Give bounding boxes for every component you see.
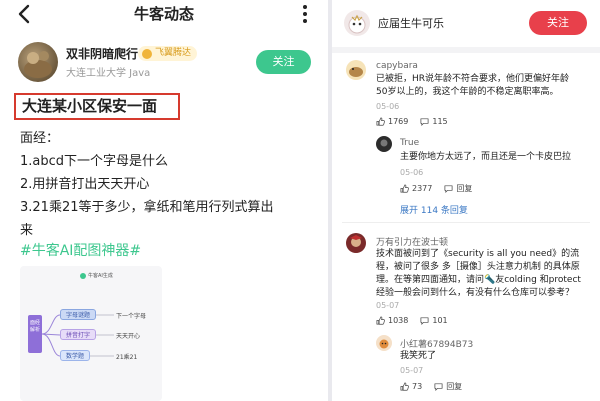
mindmap-node: 数学题 xyxy=(60,350,91,361)
post-body-line: 3.21乘21等于多少，拿纸和笔用行列式算出 xyxy=(20,200,274,215)
follow-poster-button[interactable]: 关注 xyxy=(529,11,587,35)
author-badge: 飞翼腾达 xyxy=(138,46,198,61)
mindmap-brand: 牛客AI生成 xyxy=(80,272,113,279)
post-title: 大连某小区保安一面 xyxy=(14,93,180,120)
post-image-mindmap[interactable]: 牛客AI生成 面经解析 字母谜题 拼音打字 数学题 下一个字母 天天开心 21乘… xyxy=(20,266,162,401)
comment-actions: 2377 回复 xyxy=(400,183,472,194)
commenter-avatar[interactable] xyxy=(376,335,392,351)
thumb-up-icon xyxy=(400,382,409,391)
reply-count: 115 xyxy=(432,117,448,126)
commenter-avatar[interactable] xyxy=(376,136,392,152)
post-body-line: 1.abcd下一个字母是什么 xyxy=(20,154,169,169)
post-body-line: 2.用拼音打出天天开心 xyxy=(20,177,150,192)
comment-username[interactable]: True xyxy=(400,138,419,148)
like-button[interactable]: 2377 xyxy=(400,184,432,193)
like-count: 1769 xyxy=(388,117,409,126)
divider xyxy=(342,222,590,223)
reply-label: 回复 xyxy=(446,382,463,391)
reply-count: 101 xyxy=(432,316,448,325)
reply-button[interactable]: 101 xyxy=(420,316,448,325)
follow-author-button[interactable]: 关注 xyxy=(256,50,311,74)
comment-date: 05-07 xyxy=(376,301,400,310)
poster-name[interactable]: 应届生牛可乐 xyxy=(378,15,444,31)
commenter-avatar[interactable] xyxy=(346,233,366,253)
comment-date: 05-06 xyxy=(400,168,424,177)
brand-logo-icon xyxy=(80,272,86,279)
comment-bubble-icon xyxy=(444,185,453,193)
comment-date: 05-06 xyxy=(376,102,400,111)
reply-button[interactable]: 回复 xyxy=(434,381,462,392)
mindmap-node: 字母谜题 xyxy=(60,309,97,320)
author-avatar[interactable] xyxy=(18,42,58,82)
author-name[interactable]: 双非阴暗爬行 xyxy=(66,45,138,62)
like-count: 1038 xyxy=(388,316,409,325)
comment-username[interactable]: 万有引力在波士顿 xyxy=(376,235,448,248)
mindmap-root: 面经解析 xyxy=(28,315,42,353)
comment-bubble-icon xyxy=(420,317,429,325)
comment-text: 我笑死了 xyxy=(400,351,437,361)
like-count: 2377 xyxy=(412,184,433,193)
comment-username[interactable]: capybara xyxy=(376,61,418,71)
comment-actions: 73 回复 xyxy=(400,381,462,392)
post-body-line: 面经： xyxy=(20,131,60,146)
top-bar: 牛客动态 xyxy=(0,0,328,28)
reply-button[interactable]: 115 xyxy=(420,117,448,126)
like-count: 73 xyxy=(412,382,423,391)
thumb-up-icon xyxy=(400,184,409,193)
mindmap-node: 拼音打字 xyxy=(60,329,97,340)
like-button[interactable]: 73 xyxy=(400,382,422,391)
comment-text: 已被拒，HR说年龄不符合要求，他们更偏好年龄50岁以上的，我这个年龄的不稳定离职… xyxy=(376,74,570,97)
comment-text: 技术面被问到了《security is all you need》的流程，被问了… xyxy=(376,249,581,298)
reply-button[interactable]: 回复 xyxy=(444,183,472,194)
post-hashtag[interactable]: #牛客AI配图神器# xyxy=(20,240,141,260)
comment-date: 05-07 xyxy=(400,366,424,375)
poster-avatar[interactable] xyxy=(344,10,370,36)
expand-replies-link[interactable]: 展开 114 条回复 xyxy=(400,203,468,216)
post-body-line: 来 xyxy=(20,223,34,238)
mindmap-leaf: 21乘21 xyxy=(116,354,138,361)
comment-bubble-icon xyxy=(420,118,429,126)
like-button[interactable]: 1038 xyxy=(376,316,408,325)
author-badge-label: 飞翼腾达 xyxy=(155,48,192,58)
comment-actions: 1038 101 xyxy=(376,316,448,325)
badge-icon xyxy=(142,48,152,59)
divider xyxy=(332,47,600,53)
comments-panel: 应届生牛可乐 关注 capybara 已被拒，HR说年龄不符合要求，他们更偏好年… xyxy=(332,0,600,401)
like-button[interactable]: 1769 xyxy=(376,117,408,126)
commenter-avatar[interactable] xyxy=(346,60,366,80)
comment-text: 主要你地方太远了，而且还是一个卡皮巴拉 xyxy=(400,152,572,162)
mindmap-leaf: 天天开心 xyxy=(116,333,141,340)
thumb-up-icon xyxy=(376,316,385,325)
page-title: 牛客动态 xyxy=(133,5,194,23)
more-options-icon[interactable] xyxy=(300,3,310,25)
thumb-up-icon xyxy=(376,117,385,126)
post-detail-panel: 牛客动态 双非阴暗爬行 飞翼腾达 大连工业大学 Java 关注 大连某小区保安一… xyxy=(0,0,328,401)
comment-actions: 1769 115 xyxy=(376,117,448,126)
author-school: 大连工业大学 Java xyxy=(66,68,151,79)
comment-username[interactable]: 小红薯67894B73 xyxy=(400,337,473,350)
reply-label: 回复 xyxy=(456,184,473,193)
mindmap-leaf: 下一个字母 xyxy=(116,313,147,320)
comment-bubble-icon xyxy=(434,383,443,391)
mindmap-brand-label: 牛客AI生成 xyxy=(88,273,113,279)
